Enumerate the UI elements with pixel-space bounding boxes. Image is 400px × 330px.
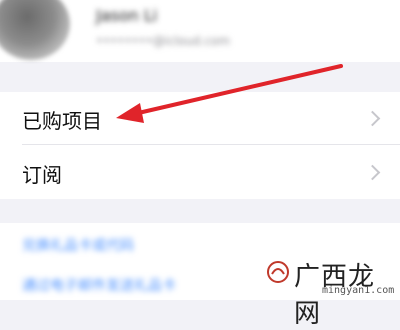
watermark: 广西龙网 mingyan1.com — [262, 252, 400, 329]
logo-icon — [267, 261, 289, 283]
watermark-url: mingyan1.com — [322, 285, 395, 296]
